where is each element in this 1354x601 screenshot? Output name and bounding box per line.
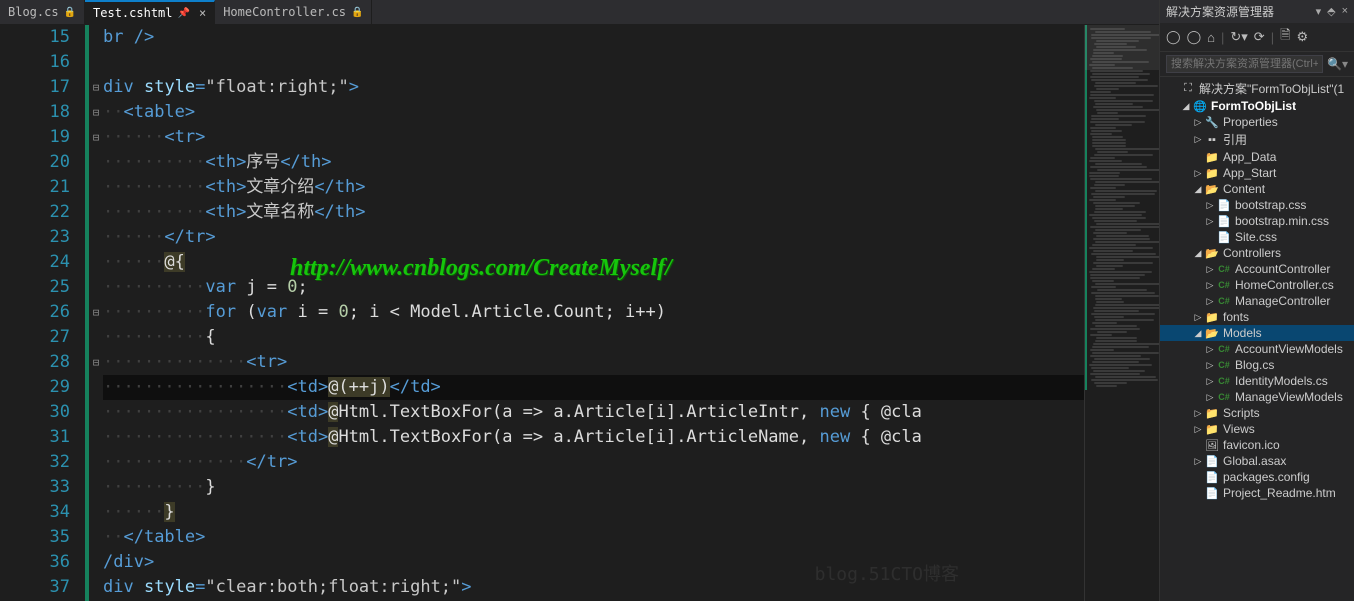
tab-homecontroller[interactable]: HomeController.cs 🔒 bbox=[215, 0, 372, 24]
tree-item[interactable]: ▷📄bootstrap.min.css bbox=[1160, 213, 1354, 229]
tree-references[interactable]: ▷▪▪引用 bbox=[1160, 130, 1354, 149]
dropdown-icon[interactable]: ▾ bbox=[1316, 5, 1322, 18]
tab-blog-cs[interactable]: Blog.cs 🔒 bbox=[0, 0, 85, 24]
search-dropdown-icon[interactable]: 🔍▾ bbox=[1327, 57, 1348, 71]
tree-item[interactable]: ▷C#ManageViewModels bbox=[1160, 389, 1354, 405]
tab-test-cshtml[interactable]: Test.cshtml 📌× bbox=[85, 0, 215, 24]
tree-content[interactable]: ◢📂Content bbox=[1160, 181, 1354, 197]
close-icon[interactable]: × bbox=[199, 6, 206, 20]
lock-icon: 🔒 bbox=[351, 7, 363, 18]
refresh-icon[interactable]: ⟳ bbox=[1254, 29, 1265, 45]
tree-item[interactable]: ▷📄Global.asax bbox=[1160, 453, 1354, 469]
tree-item[interactable]: ▷📄bootstrap.css bbox=[1160, 197, 1354, 213]
tree-scripts[interactable]: ▷📁Scripts bbox=[1160, 405, 1354, 421]
tree-fonts[interactable]: ▷📁fonts bbox=[1160, 309, 1354, 325]
panel-title: 解决方案资源管理器 bbox=[1166, 3, 1274, 20]
tree-item[interactable]: ▷C#Blog.cs bbox=[1160, 357, 1354, 373]
back-icon[interactable]: ◯ bbox=[1166, 29, 1181, 45]
tree-views[interactable]: ▷📁Views bbox=[1160, 421, 1354, 437]
tree-item[interactable]: ▷C#IdentityModels.cs bbox=[1160, 373, 1354, 389]
code-folding[interactable]: ⊟⊟⊟⊟⊟ bbox=[89, 25, 103, 601]
tree-item[interactable]: ▷C#ManageController bbox=[1160, 293, 1354, 309]
home-icon[interactable]: ⌂ bbox=[1207, 30, 1215, 45]
line-numbers: 1516171819202122232425262728293031323334… bbox=[0, 25, 85, 601]
tree-models[interactable]: ◢📂Models bbox=[1160, 325, 1354, 341]
tree-item[interactable]: 📄Project_Readme.htm bbox=[1160, 485, 1354, 501]
pin-icon: 📌 bbox=[178, 8, 190, 19]
panel-toolbar: ◯ ◯ ⌂ | ↻▾ ⟳ | 🗎 ⚙ bbox=[1160, 23, 1354, 52]
project-node[interactable]: ◢🌐FormToObjList bbox=[1160, 98, 1354, 114]
lock-icon: 🔒 bbox=[64, 7, 76, 18]
tree-properties[interactable]: ▷🔧Properties bbox=[1160, 114, 1354, 130]
solution-node[interactable]: ⛶解决方案"FormToObjList"(1 bbox=[1160, 79, 1354, 98]
solution-tree: ⛶解决方案"FormToObjList"(1 ◢🌐FormToObjList ▷… bbox=[1160, 77, 1354, 601]
showall-icon[interactable]: 🗎 bbox=[1280, 26, 1290, 48]
properties-icon[interactable]: ⚙ bbox=[1297, 29, 1309, 45]
forward-icon[interactable]: ◯ bbox=[1187, 29, 1202, 45]
search-input[interactable] bbox=[1166, 55, 1323, 73]
tree-item[interactable]: 📄packages.config bbox=[1160, 469, 1354, 485]
close-icon[interactable]: × bbox=[1342, 5, 1348, 18]
code-editor[interactable]: br />div style="float:right;">··<table>·… bbox=[103, 25, 1084, 601]
document-tabs: Blog.cs 🔒 Test.cshtml 📌× HomeController.… bbox=[0, 0, 1159, 25]
tree-item[interactable]: 📄Site.css bbox=[1160, 229, 1354, 245]
tree-appdata[interactable]: 📁App_Data bbox=[1160, 149, 1354, 165]
pin-icon[interactable]: ⬘ bbox=[1327, 5, 1335, 18]
tree-item[interactable]: ▷C#HomeController.cs bbox=[1160, 277, 1354, 293]
tree-item[interactable]: 🖼favicon.ico bbox=[1160, 437, 1354, 453]
minimap-viewport[interactable] bbox=[1085, 25, 1159, 70]
sync-icon[interactable]: ↻▾ bbox=[1230, 29, 1247, 45]
tree-item[interactable]: ▷C#AccountController bbox=[1160, 261, 1354, 277]
tree-item[interactable]: ▷C#AccountViewModels bbox=[1160, 341, 1354, 357]
tree-appstart[interactable]: ▷📁App_Start bbox=[1160, 165, 1354, 181]
tree-controllers[interactable]: ◢📂Controllers bbox=[1160, 245, 1354, 261]
solution-explorer: 解决方案资源管理器 ▾ ⬘ × ◯ ◯ ⌂ | ↻▾ ⟳ | 🗎 ⚙ 🔍▾ ⛶解… bbox=[1159, 0, 1354, 601]
minimap[interactable] bbox=[1084, 25, 1159, 601]
